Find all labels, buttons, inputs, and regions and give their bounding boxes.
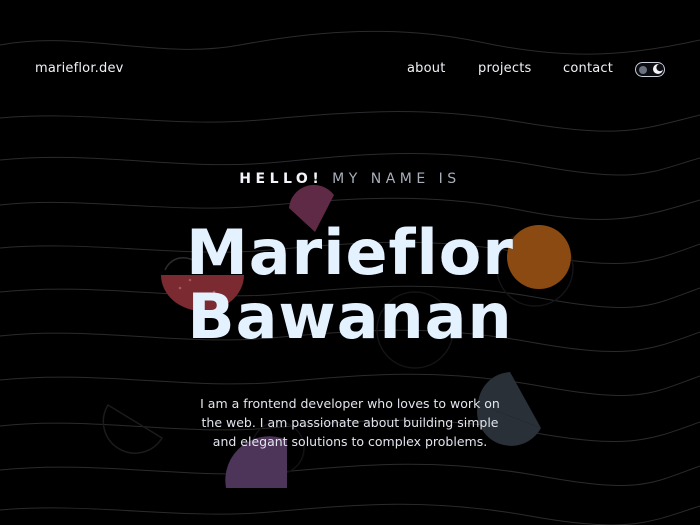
site-logo-link[interactable]: marieflor.dev xyxy=(35,61,124,76)
hero-bio: I am a frontend developer who loves to w… xyxy=(200,395,500,449)
nav-link-projects[interactable]: projects xyxy=(478,61,532,76)
sun-icon xyxy=(639,65,647,74)
hero-greeting: HELLO! MY NAME IS xyxy=(0,171,700,187)
site-header: marieflor.dev about projects contact xyxy=(0,0,700,140)
hero-last-name: Bawanan xyxy=(187,280,513,353)
moon-icon xyxy=(652,64,663,74)
nav-link-about[interactable]: about xyxy=(407,61,446,76)
greeting-hello: HELLO! xyxy=(239,171,324,187)
hero-first-name: Marieflor xyxy=(186,216,514,289)
theme-toggle[interactable] xyxy=(635,62,665,77)
greeting-name-intro: MY NAME IS xyxy=(332,171,461,187)
nav-link-contact[interactable]: contact xyxy=(563,61,613,76)
